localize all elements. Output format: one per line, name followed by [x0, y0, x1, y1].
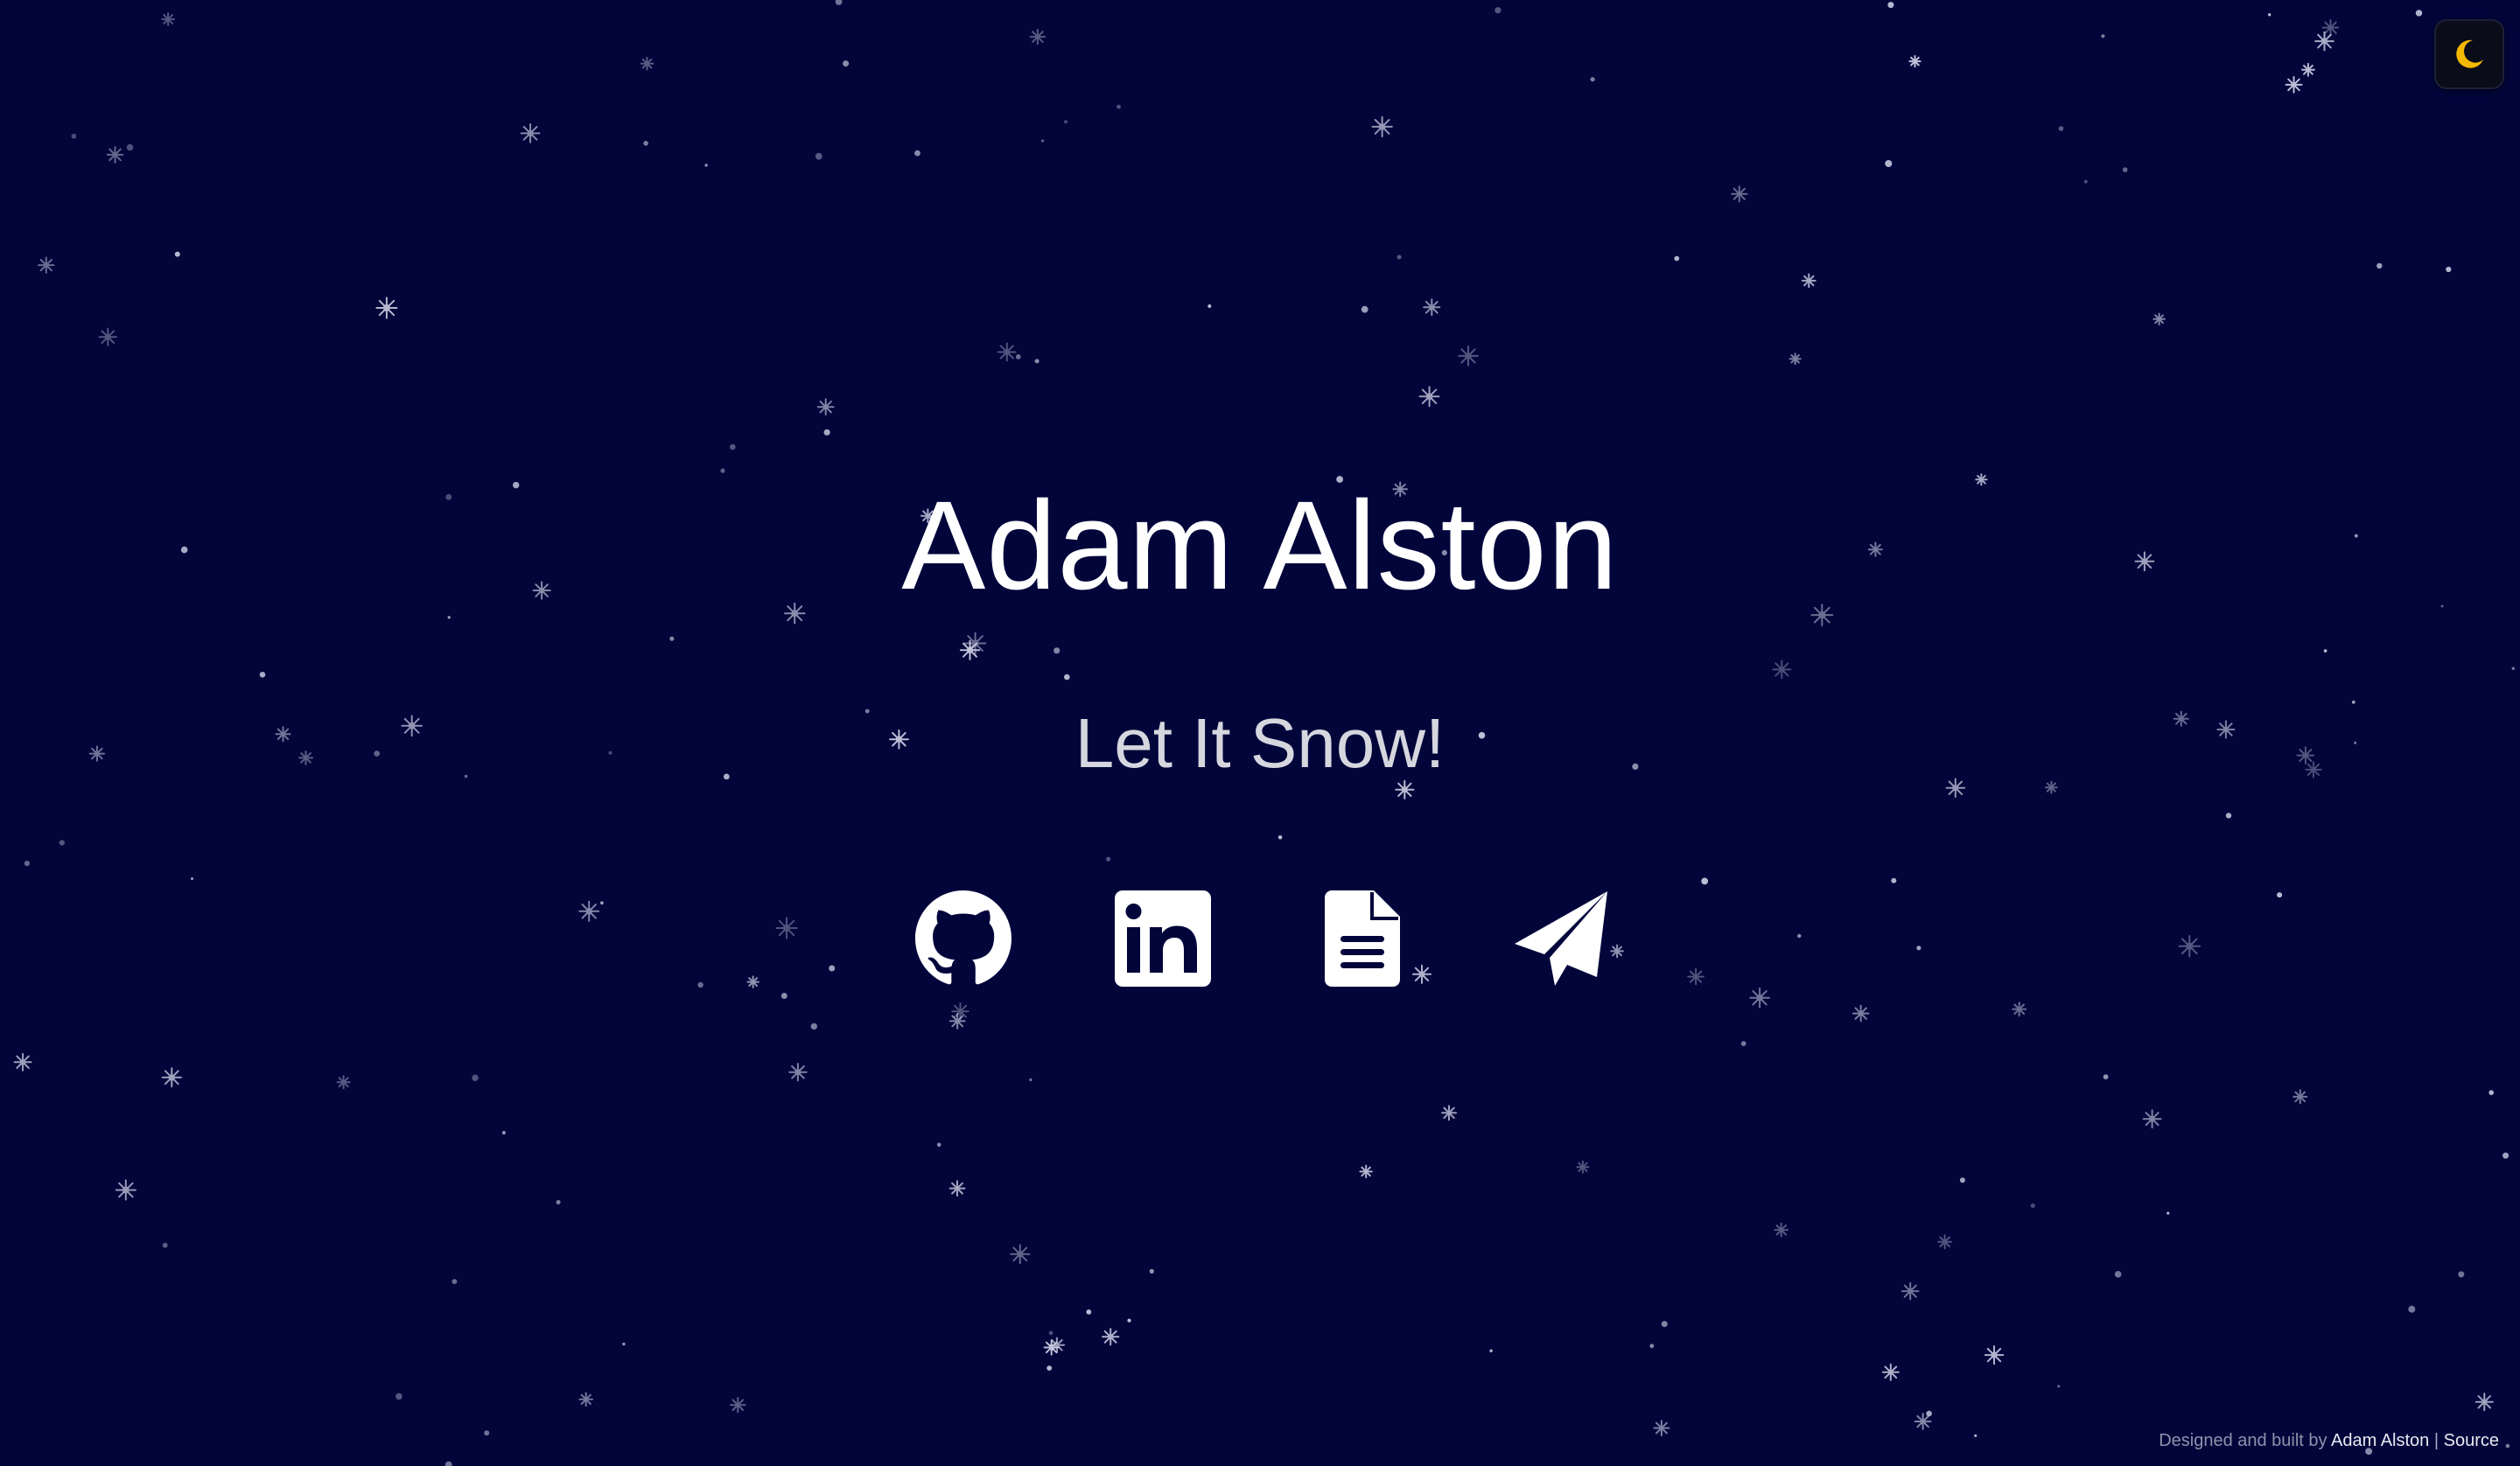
paper-plane-icon — [1515, 891, 1607, 986]
tagline: Let It Snow! — [1074, 704, 1446, 782]
footer-separator: | — [2433, 1431, 2440, 1450]
footer-prefix: Designed and built by — [2159, 1431, 2328, 1450]
linkedin-icon — [1115, 890, 1211, 987]
github-icon — [915, 890, 1012, 985]
linkedin-link[interactable] — [1113, 889, 1213, 988]
resume-link[interactable] — [1312, 889, 1412, 988]
social-links — [914, 889, 1614, 988]
github-link[interactable] — [914, 889, 1013, 988]
contact-link[interactable] — [1512, 889, 1612, 988]
resume-document-icon — [1325, 890, 1400, 987]
footer-author-link[interactable]: Adam Alston — [2331, 1431, 2429, 1450]
page-title: Adam Alston — [901, 475, 1619, 616]
page: Adam Alston Let It Snow! Designed and bu… — [0, 0, 2520, 1466]
footer-source-link[interactable]: Source — [2444, 1431, 2499, 1450]
hero-section: Adam Alston Let It Snow! — [0, 0, 2520, 1466]
footer-credits: Designed and built by Adam Alston | Sour… — [2159, 1429, 2499, 1452]
